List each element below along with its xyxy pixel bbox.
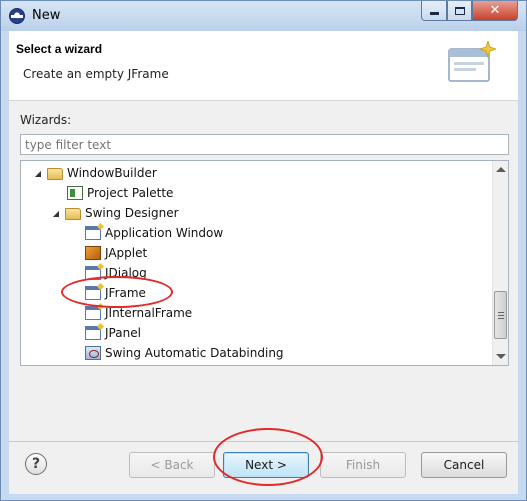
wizard-tree[interactable]: ◢ WindowBuilder Project Palette ◢ Swing … [20,160,509,366]
tree-item-swing-designer[interactable]: ◢ Swing Designer [51,203,179,223]
jframe-icon [85,286,101,300]
wizards-label: Wizards: [20,113,72,127]
next-button[interactable]: Next > [223,452,309,478]
close-icon: ✕ [489,3,501,18]
tree-item-label: WindowBuilder [67,166,157,180]
tree-item-jpanel[interactable]: JPanel [85,323,141,343]
next-button-label: Next > [245,458,287,472]
tree-item-jinternalframe[interactable]: JInternalFrame [85,303,192,323]
title-bar: New ✕ [1,1,526,31]
jdialog-icon [85,266,101,280]
tree-item-label: JFrame [105,286,146,300]
header-description: Create an empty JFrame [23,67,169,81]
tree-item-swing-automatic-databinding[interactable]: Swing Automatic Databinding [85,343,284,363]
folder-icon [65,208,81,220]
jinternalframe-icon [85,306,101,320]
tree-item-jdialog[interactable]: JDialog [85,263,147,283]
tree-item-label: Swing Automatic Databinding [105,346,284,360]
minimize-button[interactable] [421,1,447,21]
window-title: New [32,8,61,23]
tree-item-application-window[interactable]: Application Window [85,223,223,243]
tree-item-label: JPanel [105,326,141,340]
filter-input[interactable] [20,134,509,155]
scroll-up-arrow-icon[interactable] [496,167,506,172]
new-wizard-window: New ✕ Select a wizard Create an empty JF… [0,0,527,501]
tree-item-japplet[interactable]: JApplet [85,243,147,263]
tree-item-label: Application Window [105,226,224,240]
expand-triangle-icon[interactable]: ◢ [33,169,43,178]
folder-icon [47,168,63,180]
dialog-body: Select a wizard Create an empty JFrame W… [9,31,518,494]
wizard-header: Select a wizard Create an empty JFrame [9,31,518,101]
cancel-button-label: Cancel [443,458,485,472]
tree-item-label: Swing Designer [85,206,179,220]
databinding-icon [85,346,101,360]
help-button[interactable]: ? [25,453,47,475]
maximize-icon [454,6,465,15]
palette-icon [67,186,83,200]
application-window-icon [85,226,101,240]
tree-item-label: JInternalFrame [105,306,193,320]
expand-triangle-icon[interactable]: ◢ [51,209,61,218]
scrollbar-thumb[interactable] [494,291,507,339]
tree-item-label: JDialog [105,266,147,280]
tree-item-label: Project Palette [87,186,174,200]
tree-item-jframe[interactable]: JFrame [85,283,146,303]
scroll-down-arrow-icon[interactable] [496,354,506,359]
new-wizard-banner-icon [448,41,496,82]
footer-separator [9,441,518,442]
help-icon: ? [31,456,41,472]
tree-item-windowbuilder[interactable]: ◢ WindowBuilder [33,163,157,183]
jpanel-icon [85,326,101,340]
cancel-button[interactable]: Cancel [421,452,507,478]
tree-vertical-scrollbar[interactable] [492,161,508,365]
japplet-icon [85,246,101,260]
finish-button[interactable]: Finish [320,452,406,478]
tree-item-label: JApplet [105,246,148,260]
close-button[interactable]: ✕ [472,1,518,21]
maximize-button[interactable] [447,1,472,21]
back-button[interactable]: < Back [129,452,215,478]
finish-button-label: Finish [345,458,381,472]
tree-item-project-palette[interactable]: Project Palette [67,183,173,203]
back-button-label: < Back [150,458,194,472]
header-title: Select a wizard [16,42,103,56]
eclipse-icon [9,8,25,24]
minimize-icon [429,12,439,15]
